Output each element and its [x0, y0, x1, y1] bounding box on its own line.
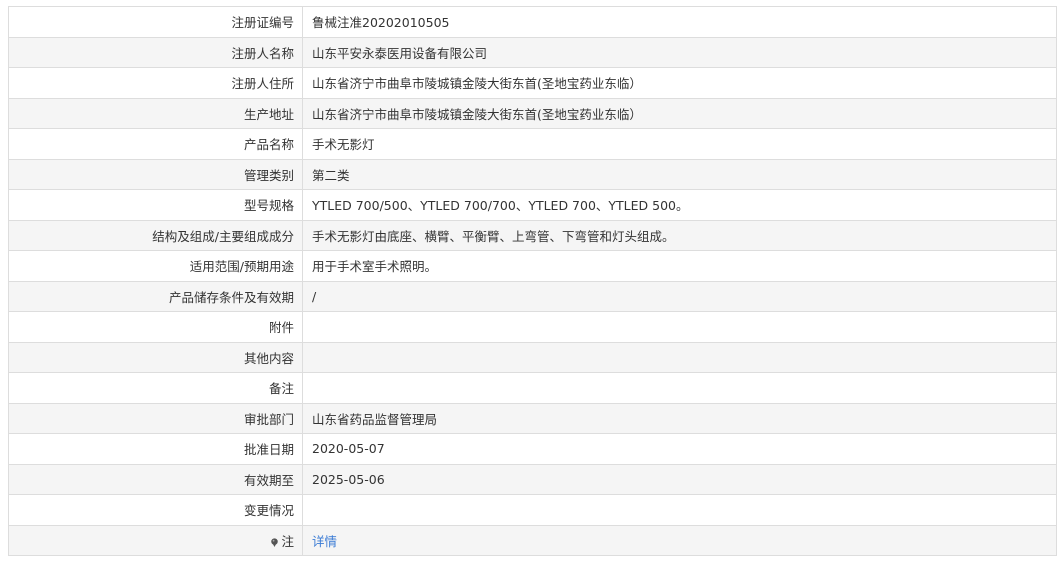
- field-value: /: [302, 280, 1057, 312]
- field-value: 用于手术室手术照明。: [302, 250, 1057, 282]
- table-row: 管理类别 第二类: [8, 158, 1057, 190]
- field-label: 有效期至: [8, 463, 303, 495]
- table-row: 批准日期 2020-05-07: [8, 433, 1057, 465]
- table-row: 型号规格 YTLED 700/500、YTLED 700/700、YTLED 7…: [8, 189, 1057, 221]
- field-label: 管理类别: [8, 158, 303, 190]
- field-value: [302, 494, 1057, 526]
- table-row: 备注: [8, 372, 1057, 404]
- field-value: 鲁械注准20202010505: [302, 6, 1057, 38]
- table-row: 附件: [8, 311, 1057, 343]
- field-label: 生产地址: [8, 97, 303, 129]
- table-row: 结构及组成/主要组成成分 手术无影灯由底座、横臂、平衡臂、上弯管、下弯管和灯头组…: [8, 219, 1057, 251]
- registration-detail-table: 注册证编号 鲁械注准20202010505 注册人名称 山东平安永泰医用设备有限…: [8, 6, 1057, 556]
- field-label: 批准日期: [8, 433, 303, 465]
- field-value: [302, 372, 1057, 404]
- field-value: 山东省济宁市曲阜市陵城镇金陵大街东首(圣地宝药业东临）: [302, 97, 1057, 129]
- field-value: [302, 341, 1057, 373]
- field-value: [302, 311, 1057, 343]
- table-row: 审批部门 山东省药品监督管理局: [8, 402, 1057, 434]
- field-label: 其他内容: [8, 341, 303, 373]
- field-label: 附件: [8, 311, 303, 343]
- field-value: YTLED 700/500、YTLED 700/700、YTLED 700、YT…: [302, 189, 1057, 221]
- table-row: 注册人名称 山东平安永泰医用设备有限公司: [8, 36, 1057, 68]
- field-label: 备注: [8, 372, 303, 404]
- field-label: 注册人名称: [8, 36, 303, 68]
- field-label: 产品名称: [8, 128, 303, 160]
- note-value-cell: 详情: [302, 524, 1057, 556]
- table-row: 生产地址 山东省济宁市曲阜市陵城镇金陵大街东首(圣地宝药业东临）: [8, 97, 1057, 129]
- field-label: 审批部门: [8, 402, 303, 434]
- field-value: 手术无影灯: [302, 128, 1057, 160]
- field-value: 手术无影灯由底座、横臂、平衡臂、上弯管、下弯管和灯头组成。: [302, 219, 1057, 251]
- field-value: 山东省药品监督管理局: [302, 402, 1057, 434]
- table-row: 产品储存条件及有效期 /: [8, 280, 1057, 312]
- field-label: 注册人住所: [8, 67, 303, 99]
- note-label-cell: 注: [8, 524, 303, 556]
- details-link[interactable]: 详情: [312, 534, 337, 549]
- field-label: 变更情况: [8, 494, 303, 526]
- field-label: 产品储存条件及有效期: [8, 280, 303, 312]
- field-label: 适用范围/预期用途: [8, 250, 303, 282]
- table-row: 注册证编号 鲁械注准20202010505: [8, 6, 1057, 38]
- table-row: 有效期至 2025-05-06: [8, 463, 1057, 495]
- field-value: 山东平安永泰医用设备有限公司: [302, 36, 1057, 68]
- table-row: 注册人住所 山东省济宁市曲阜市陵城镇金陵大街东首(圣地宝药业东临）: [8, 67, 1057, 99]
- note-label: 注: [281, 533, 294, 549]
- field-value: 2025-05-06: [302, 463, 1057, 495]
- field-label: 注册证编号: [8, 6, 303, 38]
- table-row: 适用范围/预期用途 用于手术室手术照明。: [8, 250, 1057, 282]
- table-row: 其他内容: [8, 341, 1057, 373]
- field-label: 结构及组成/主要组成成分: [8, 219, 303, 251]
- field-value: 第二类: [302, 158, 1057, 190]
- field-value: 山东省济宁市曲阜市陵城镇金陵大街东首(圣地宝药业东临）: [302, 67, 1057, 99]
- field-label: 型号规格: [8, 189, 303, 221]
- table-row: 产品名称 手术无影灯: [8, 128, 1057, 160]
- field-value: 2020-05-07: [302, 433, 1057, 465]
- note-row: 注 详情: [8, 524, 1057, 556]
- table-row: 变更情况: [8, 494, 1057, 526]
- pin-icon: [271, 538, 279, 547]
